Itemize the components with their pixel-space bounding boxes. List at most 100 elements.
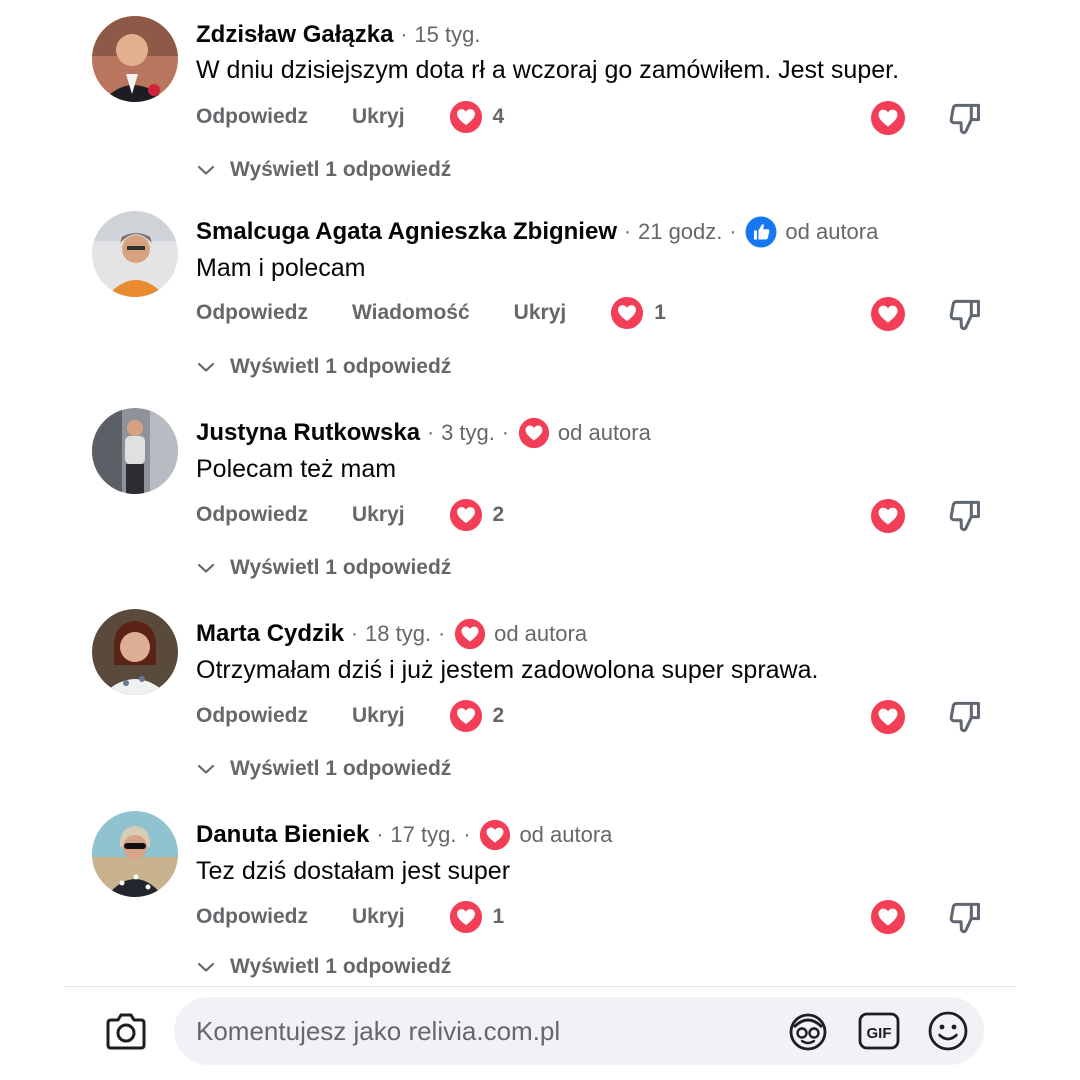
love-icon [449, 498, 493, 532]
love-reaction-button[interactable] [870, 699, 906, 735]
comment-text: W dniu dzisiejszym dota rł a wczoraj go … [196, 56, 900, 84]
camera-icon [106, 1013, 146, 1050]
badge-label: od autora [785, 219, 879, 244]
gif-icon: GIF [858, 1012, 900, 1050]
timestamp[interactable]: 3 tyg. [441, 420, 495, 446]
camera-button[interactable] [102, 1010, 150, 1054]
author-name[interactable]: Danuta Bieniek [196, 821, 369, 849]
comment-input[interactable] [196, 997, 756, 1065]
author-reaction-badge: od autora [745, 216, 878, 248]
reaction-count: 1 [654, 301, 666, 324]
dislike-button[interactable] [946, 898, 984, 936]
author-reaction-badge: od autora [479, 819, 612, 851]
chevron-down-icon [197, 962, 215, 972]
comment: Justyna Rutkowska · 3 tyg. · od autora P… [0, 397, 1080, 597]
hide-button[interactable]: Ukryj [352, 105, 405, 129]
love-icon [454, 618, 486, 650]
avatar[interactable] [92, 408, 178, 494]
svg-text:GIF: GIF [867, 1025, 892, 1042]
view-replies-button[interactable]: Wyświetl 1 odpowiedź [196, 556, 451, 580]
love-icon [871, 499, 905, 533]
reply-button[interactable]: Odpowiedz [196, 905, 308, 929]
love-icon [871, 700, 905, 734]
love-reaction-button[interactable] [870, 100, 906, 136]
comment-text: Polecam też mam [196, 455, 397, 483]
dislike-button[interactable] [946, 697, 984, 735]
avatar-sticker-icon [789, 1013, 827, 1051]
comment-text: Tez dziś dostałam jest super [196, 857, 511, 885]
avatar-sticker-button[interactable] [786, 1009, 830, 1053]
author-name[interactable]: Smalcuga Agata Agnieszka Zbigniew [196, 218, 617, 246]
view-replies-button[interactable]: Wyświetl 1 odpowiedź [196, 757, 451, 781]
timestamp[interactable]: 18 tyg. [365, 621, 431, 647]
dislike-button[interactable] [946, 99, 984, 137]
love-icon [871, 297, 905, 331]
view-replies-button[interactable]: Wyświetl 1 odpowiedź [196, 955, 451, 979]
timestamp[interactable]: 15 tyg. [414, 22, 480, 48]
comment-header: Justyna Rutkowska · 3 tyg. · od autora [196, 417, 651, 449]
reply-button[interactable]: Odpowiedz [196, 704, 308, 728]
hide-button[interactable]: Ukryj [352, 503, 405, 527]
hide-button[interactable]: Ukryj [352, 704, 405, 728]
message-button[interactable]: Wiadomość [352, 301, 470, 325]
avatar[interactable] [92, 16, 178, 102]
comment: Smalcuga Agata Agnieszka Zbigniew · 21 g… [0, 196, 1080, 396]
dislike-button[interactable] [946, 295, 984, 333]
reaction-summary[interactable]: 1 [610, 296, 666, 330]
love-reaction-button[interactable] [870, 498, 906, 534]
reply-button[interactable]: Odpowiedz [196, 503, 308, 527]
timestamp[interactable]: 17 tyg. [390, 822, 456, 848]
author-name[interactable]: Justyna Rutkowska [196, 419, 420, 447]
love-icon [518, 417, 550, 449]
thumbs-down-icon [949, 299, 980, 331]
separator-dot: · [623, 220, 631, 243]
love-reaction-button[interactable] [870, 899, 906, 935]
comment-input-box[interactable]: GIF [174, 997, 984, 1065]
comment-actions: Odpowiedz Ukryj 4 [196, 97, 504, 137]
love-icon [479, 819, 511, 851]
love-icon [871, 101, 905, 135]
badge-label: od autora [519, 822, 613, 847]
reaction-count: 1 [492, 905, 505, 928]
comment-header: Zdzisław Gałązka · 15 tyg. [196, 20, 480, 50]
gif-button[interactable]: GIF [857, 1009, 901, 1053]
timestamp[interactable]: 21 godz. [638, 219, 722, 245]
reaction-summary[interactable]: 2 [449, 498, 505, 532]
view-replies-button[interactable]: Wyświetl 1 odpowiedź [196, 158, 451, 182]
comment: Marta Cydzik · 18 tyg. · od autora Otrzy… [0, 598, 1080, 798]
view-replies-label: Wyświetl 1 odpowiedź [230, 556, 452, 579]
separator-dot: · [351, 622, 359, 645]
reaction-summary[interactable]: 4 [449, 100, 504, 134]
comment-text: Otrzymałam dziś i już jestem zadowolona … [196, 656, 819, 684]
separator-dot: · [729, 220, 737, 243]
view-replies-label: Wyświetl 1 odpowiedź [230, 757, 452, 780]
reply-button[interactable]: Odpowiedz [196, 105, 308, 129]
hide-button[interactable]: Ukryj [514, 301, 567, 325]
author-reaction-badge: od autora [518, 417, 651, 449]
author-name[interactable]: Zdzisław Gałązka [196, 21, 393, 49]
hide-button[interactable]: Ukryj [352, 905, 405, 929]
reaction-count: 2 [492, 503, 505, 526]
comment-text: Mam i polecam [196, 254, 366, 282]
author-reaction-badge: od autora [454, 618, 587, 650]
composer-divider [64, 986, 1016, 987]
badge-label: od autora [557, 420, 651, 445]
comment-actions: Odpowiedz Ukryj 2 [196, 495, 504, 535]
reply-button[interactable]: Odpowiedz [196, 301, 308, 325]
author-name[interactable]: Marta Cydzik [196, 620, 344, 648]
dislike-button[interactable] [946, 496, 984, 534]
reaction-summary[interactable]: 2 [449, 699, 504, 733]
love-reaction-button[interactable] [870, 296, 906, 332]
avatar[interactable] [92, 609, 178, 695]
comment-header: Smalcuga Agata Agnieszka Zbigniew · 21 g… [196, 216, 878, 248]
avatar[interactable] [92, 811, 178, 897]
view-replies-button[interactable]: Wyświetl 1 odpowiedź [196, 355, 451, 379]
avatar[interactable] [92, 211, 178, 297]
separator-dot: · [376, 823, 384, 846]
reaction-summary[interactable]: 1 [449, 900, 505, 934]
emoji-icon [928, 1011, 968, 1051]
separator-dot: · [400, 23, 408, 46]
thumbs-down-icon [949, 701, 980, 733]
emoji-button[interactable] [926, 1009, 970, 1053]
comment: Zdzisław Gałązka · 15 tyg. W dniu dzisie… [0, 0, 1080, 200]
